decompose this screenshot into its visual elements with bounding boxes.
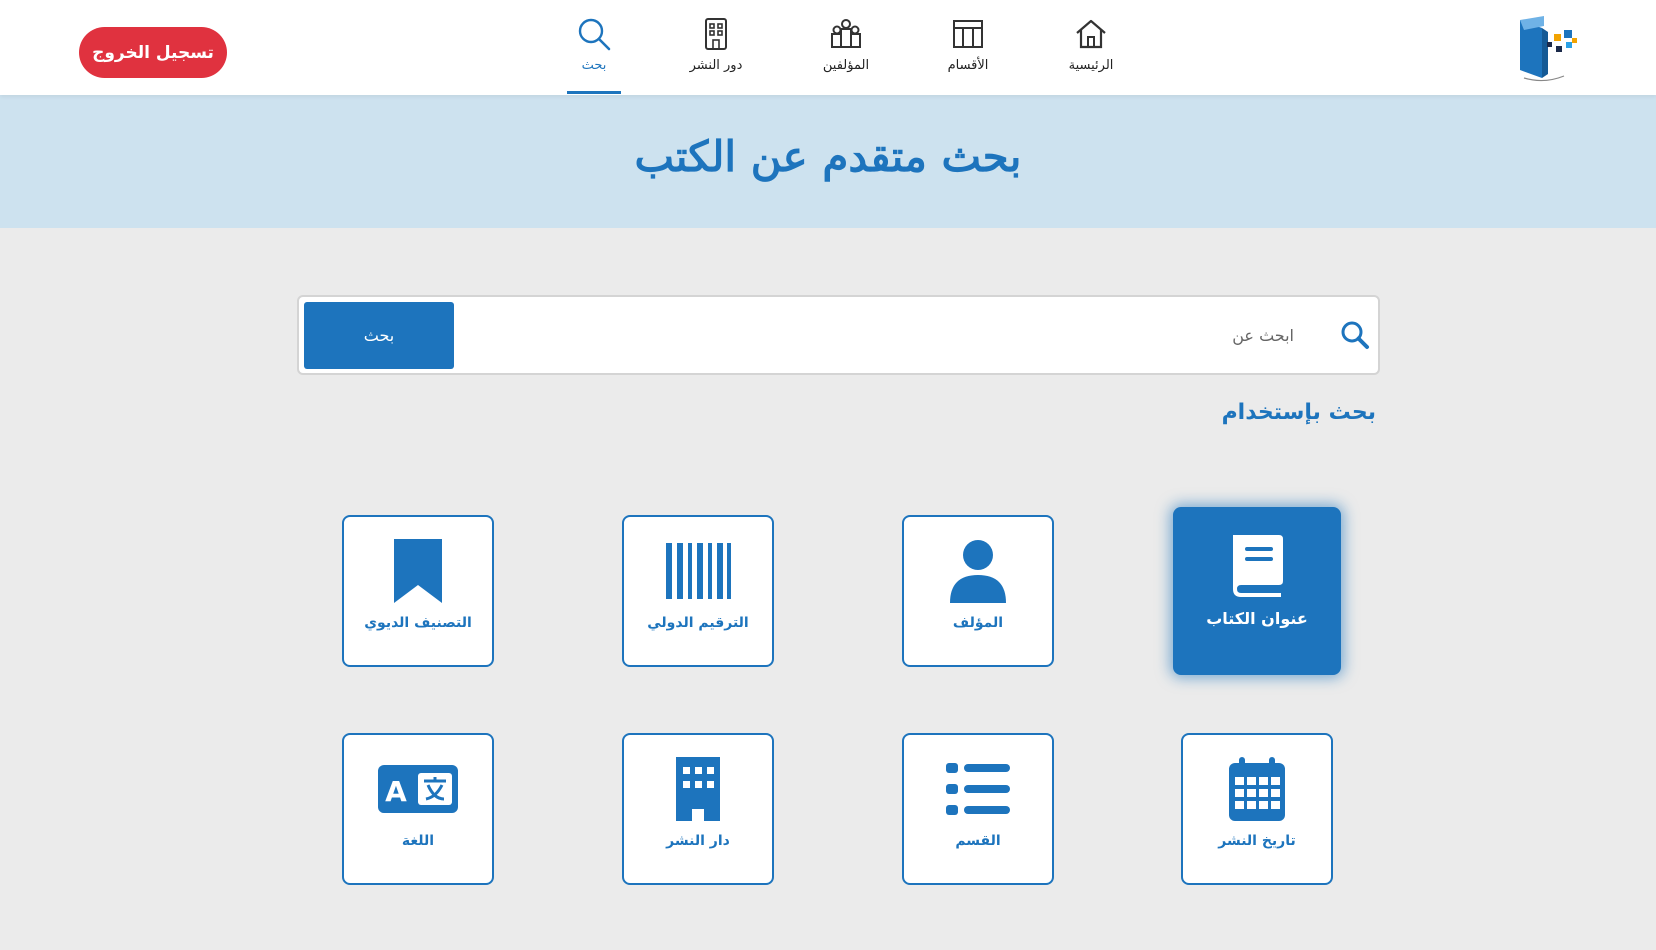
svg-text:A: A	[385, 775, 407, 808]
user-icon	[950, 540, 1006, 603]
search-by-publisher-card[interactable]: دار النشر	[622, 733, 774, 885]
nav-publishers-label: دور النشر	[689, 58, 743, 73]
search-by-heading: بحث بإستخدام	[1221, 400, 1376, 425]
barcode-icon	[666, 543, 731, 599]
logout-button[interactable]: تسجيل الخروج	[79, 27, 227, 78]
language-icon: A	[378, 765, 458, 813]
search-by-publish-date-card[interactable]: تاريخ النشر	[1181, 733, 1333, 885]
table-icon	[953, 20, 983, 48]
search-by-language-card[interactable]: A اللغة	[342, 733, 494, 885]
search-by-section-card[interactable]: القسم	[902, 733, 1054, 885]
building-icon	[705, 18, 727, 50]
nav-home[interactable]: الرئيسية	[1036, 16, 1146, 94]
nav-sections[interactable]: الأقسام	[913, 16, 1023, 94]
search-input[interactable]	[464, 302, 1304, 369]
search-button[interactable]: بحث	[304, 302, 454, 369]
nav-authors[interactable]: المؤلفين	[791, 16, 901, 94]
hero-banner: بحث متقدم عن الكتب	[0, 95, 1656, 228]
nav-publishers[interactable]: دور النشر	[661, 16, 771, 94]
home-icon	[1076, 19, 1106, 49]
card-label: اللغة	[401, 833, 435, 849]
card-label: التصنيف الديوي	[364, 615, 472, 631]
top-navbar: الرئيسية الأقسام المؤلفين دور النشر بحث …	[0, 0, 1656, 95]
calendar-icon	[1229, 757, 1285, 821]
card-label: دار النشر	[666, 833, 730, 849]
book-icon	[1233, 535, 1283, 597]
nav-search[interactable]: بحث	[539, 16, 649, 94]
search-by-author-card[interactable]: المؤلف	[902, 515, 1054, 667]
search-by-isbn-card[interactable]: الترقيم الدولي	[622, 515, 774, 667]
page-title: بحث متقدم عن الكتب	[634, 132, 1022, 181]
search-by-book-title-card[interactable]: عنوان الكتاب	[1173, 507, 1341, 675]
list-icon	[946, 763, 1010, 815]
nav-active-indicator	[567, 91, 621, 94]
nav-home-label: الرئيسية	[1068, 58, 1114, 73]
bookmark-icon	[394, 539, 442, 603]
search-icon	[1341, 321, 1369, 349]
building-icon	[676, 757, 720, 821]
app-logo[interactable]	[1514, 12, 1580, 88]
card-label: عنوان الكتاب	[1206, 609, 1308, 628]
card-label: المؤلف	[952, 615, 1004, 631]
card-label: تاريخ النشر	[1218, 833, 1296, 849]
card-label: القسم	[955, 833, 1001, 849]
nav-sections-label: الأقسام	[947, 58, 989, 73]
search-icon	[578, 18, 611, 51]
search-bar: بحث	[297, 295, 1380, 375]
nav-search-label: بحث	[581, 58, 607, 73]
people-icon	[831, 19, 861, 48]
card-label: الترقيم الدولي	[647, 615, 749, 631]
nav-authors-label: المؤلفين	[822, 58, 870, 73]
search-by-dewey-card[interactable]: التصنيف الديوي	[342, 515, 494, 667]
